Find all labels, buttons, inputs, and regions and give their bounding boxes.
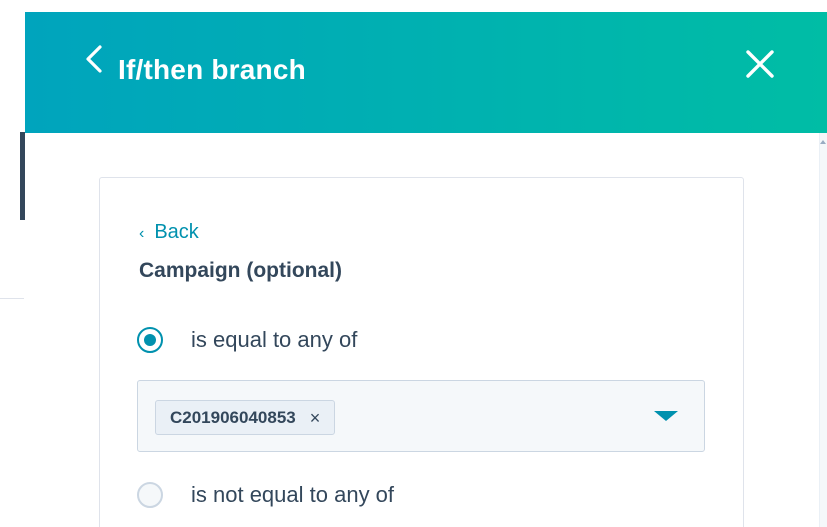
tag-remove-icon[interactable]: × xyxy=(310,409,321,427)
background-divider xyxy=(0,298,24,299)
scroll-up-arrow-icon[interactable] xyxy=(819,138,827,146)
back-link[interactable]: ‹ Back xyxy=(139,221,199,244)
filter-property-label: Campaign (optional) xyxy=(139,259,342,282)
radio-button-checked[interactable] xyxy=(137,327,163,353)
campaign-multiselect[interactable]: C201906040853 × xyxy=(137,380,705,452)
radio-option-is-equal[interactable]: is equal to any of xyxy=(137,325,357,355)
panel-title: If/then branch xyxy=(118,54,306,85)
radio-option-is-not-equal[interactable]: is not equal to any of xyxy=(137,480,394,510)
chevron-left-small-icon: ‹ xyxy=(139,225,145,242)
background-top-edge xyxy=(0,0,827,12)
radio-option-label: is equal to any of xyxy=(191,327,358,352)
caret-down-icon[interactable] xyxy=(654,411,678,421)
close-icon[interactable] xyxy=(740,44,780,84)
workflow-editor-page: If/then branch ‹ Back Campaign (optional)… xyxy=(0,0,827,527)
selected-value-tag: C201906040853 × xyxy=(155,400,336,435)
chevron-left-icon[interactable] xyxy=(82,42,106,76)
radio-button-unchecked[interactable] xyxy=(137,482,163,508)
tag-label: C201906040853 xyxy=(170,407,296,427)
back-link-label: Back xyxy=(154,221,199,243)
radio-option-label: is not equal to any of xyxy=(191,482,395,507)
scrollbar[interactable] xyxy=(819,133,827,527)
